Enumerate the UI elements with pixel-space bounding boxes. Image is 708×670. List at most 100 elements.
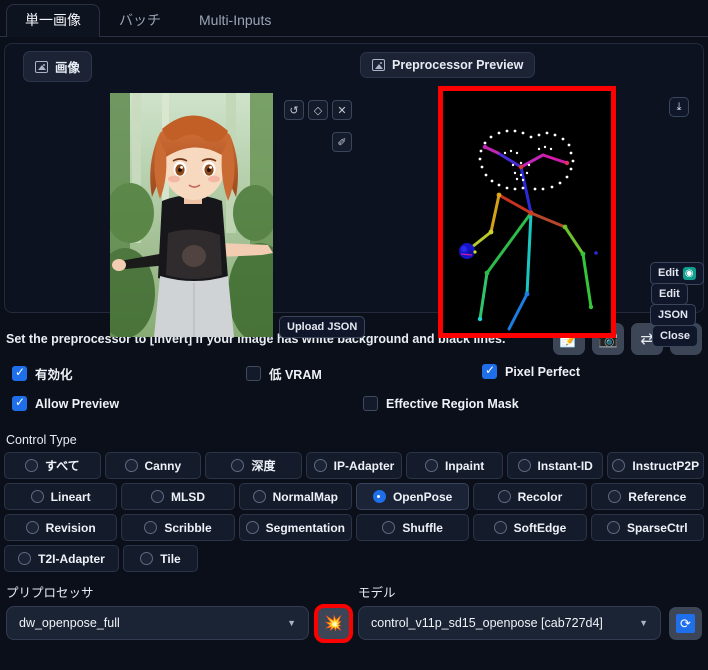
checkbox-enable-box[interactable] bbox=[12, 365, 27, 381]
control-type-sparsectrl[interactable]: SparseCtrl bbox=[590, 514, 704, 541]
checkbox-effective-region-mask[interactable]: Effective Region Mask bbox=[363, 396, 519, 411]
control-type-normalmap[interactable]: NormalMap bbox=[238, 483, 352, 510]
checkbox-effective-region-mask-label: Effective Region Mask bbox=[386, 396, 519, 411]
refresh-models-button[interactable]: ⟳ bbox=[669, 606, 702, 640]
checkbox-allow-preview-label: Allow Preview bbox=[35, 396, 120, 411]
eraser-icon[interactable]: ◇ bbox=[308, 100, 328, 120]
control-type-all[interactable]: すべて bbox=[4, 452, 101, 479]
control-type-label-text: Scribble bbox=[164, 520, 212, 535]
control-type-label-text: Lineart bbox=[50, 489, 91, 504]
control-type-reference[interactable]: Reference bbox=[590, 483, 704, 510]
upload-json-button[interactable]: Upload JSON bbox=[279, 316, 366, 339]
control-type-t2i-adapter[interactable]: T2I-Adapter bbox=[4, 545, 119, 572]
control-type-label-text: すべて bbox=[44, 459, 80, 473]
control-type-label-text: InstructP2P bbox=[632, 458, 700, 473]
control-type-label-text: Reference bbox=[628, 489, 687, 504]
control-type-openpose[interactable]: OpenPose bbox=[355, 483, 470, 510]
checkbox-pixel-perfect-box[interactable] bbox=[482, 363, 497, 379]
radio-dot bbox=[493, 521, 507, 534]
close-button[interactable]: Close bbox=[652, 325, 698, 348]
control-type-recolor[interactable]: Recolor bbox=[473, 483, 587, 510]
control-type-label-text: Inpaint bbox=[444, 458, 485, 473]
subtab-image[interactable]: 画像 bbox=[23, 51, 93, 82]
control-type-label-text: OpenPose bbox=[392, 489, 453, 504]
control-type-inpaint[interactable]: Inpaint bbox=[406, 452, 503, 479]
control-type-canny[interactable]: Canny bbox=[104, 452, 202, 479]
undo-icon[interactable]: ↺ bbox=[284, 100, 304, 120]
pen-icon[interactable]: ✐ bbox=[332, 132, 352, 152]
checkbox-pixel-perfect[interactable]: Pixel Perfect bbox=[482, 363, 581, 379]
checkbox-allow-preview-box[interactable] bbox=[12, 395, 27, 411]
source-image-thumbnail[interactable] bbox=[110, 93, 273, 337]
radio-dot bbox=[252, 490, 266, 503]
chevron-down-icon: ▼ bbox=[639, 618, 648, 628]
control-type-label-text: T2I-Adapter bbox=[38, 551, 105, 566]
control-type-shuffle[interactable]: Shuffle bbox=[355, 514, 470, 541]
control-type-row-2: Lineart MLSD NormalMap OpenPose Recolor … bbox=[4, 483, 704, 510]
radio-dot bbox=[30, 490, 44, 503]
edit-button[interactable]: Edit bbox=[651, 283, 688, 306]
checkbox-row-1: 有効化 低 VRAM Pixel Perfect bbox=[6, 359, 702, 392]
control-type-row-4: T2I-Adapter Tile bbox=[4, 545, 704, 572]
control-type-label-text: SoftEdge bbox=[513, 520, 567, 535]
control-type-segmentation[interactable]: Segmentation bbox=[238, 514, 352, 541]
model-label: モデル bbox=[358, 586, 396, 600]
model-column: モデル control_v11p_sd15_openpose [cab727d4… bbox=[358, 582, 702, 640]
control-type-mlsd[interactable]: MLSD bbox=[121, 483, 235, 510]
checkbox-enable[interactable]: 有効化 bbox=[12, 364, 73, 383]
radio-dot-selected bbox=[372, 490, 386, 503]
preprocessor-row: dw_openpose_full ▼ 💥 bbox=[6, 603, 353, 643]
control-type-depth[interactable]: 深度 bbox=[205, 452, 302, 479]
checkbox-row-2: Allow Preview Effective Region Mask bbox=[6, 392, 702, 425]
control-type-ip-adapter[interactable]: IP-Adapter bbox=[305, 452, 403, 479]
json-button[interactable]: JSON bbox=[650, 304, 696, 327]
control-type-scribble[interactable]: Scribble bbox=[121, 514, 235, 541]
radio-dot bbox=[612, 459, 626, 472]
control-type-instant-id[interactable]: Instant-ID bbox=[506, 452, 604, 479]
checkbox-pixel-perfect-label: Pixel Perfect bbox=[505, 364, 581, 379]
model-value: control_v11p_sd15_openpose [cab727d4] bbox=[371, 616, 603, 630]
control-type-label-text: SparseCtrl bbox=[626, 520, 688, 535]
bottom-selectors: プリプロセッサ dw_openpose_full ▼ 💥 モデル control… bbox=[6, 582, 702, 643]
edit-pose-button[interactable]: Edit ◉ bbox=[650, 262, 704, 285]
subtab-preprocessor-label: Preprocessor Preview bbox=[392, 58, 524, 72]
preprocessor-label: プリプロセッサ bbox=[6, 586, 94, 600]
tab-single-image[interactable]: 単一画像 bbox=[6, 4, 100, 37]
run-preprocessor-button[interactable]: 💥 bbox=[314, 603, 353, 643]
image-panel: 画像 Preprocessor Preview ↺ ◇ ✕ ✐ Upload J… bbox=[4, 43, 704, 348]
clear-icon[interactable]: ✕ bbox=[332, 100, 352, 120]
radio-dot bbox=[424, 459, 438, 472]
control-type-label-text: NormalMap bbox=[272, 489, 338, 504]
subtab-preprocessor-preview[interactable]: Preprocessor Preview bbox=[360, 52, 536, 78]
checkbox-low-vram-box[interactable] bbox=[246, 366, 261, 381]
radio-dot bbox=[25, 521, 39, 534]
checkbox-enable-label: 有効化 bbox=[35, 368, 73, 382]
control-type-instructp2p[interactable]: InstructP2P bbox=[607, 452, 705, 479]
radio-dot bbox=[497, 490, 511, 503]
radio-dot bbox=[313, 459, 327, 472]
download-icon[interactable]: ⤓ bbox=[669, 97, 689, 117]
tab-bar: 単一画像 バッチ Multi-Inputs bbox=[0, 0, 708, 37]
preprocessor-select[interactable]: dw_openpose_full ▼ bbox=[6, 606, 309, 640]
radio-dot bbox=[150, 490, 164, 503]
checkbox-allow-preview[interactable]: Allow Preview bbox=[12, 395, 120, 411]
model-select[interactable]: control_v11p_sd15_openpose [cab727d4] ▼ bbox=[358, 606, 661, 640]
checkbox-effective-region-mask-box[interactable] bbox=[363, 396, 378, 411]
control-type-label: Control Type bbox=[6, 433, 77, 447]
preprocessor-preview-image[interactable] bbox=[438, 86, 616, 338]
radio-dot bbox=[517, 459, 531, 472]
control-type-lineart[interactable]: Lineart bbox=[4, 483, 118, 510]
checkbox-low-vram[interactable]: 低 VRAM bbox=[246, 364, 322, 383]
radio-dot bbox=[245, 521, 259, 534]
control-type-label-text: Shuffle bbox=[402, 520, 443, 535]
control-type-revision[interactable]: Revision bbox=[4, 514, 118, 541]
control-type-label-text: IP-Adapter bbox=[333, 458, 395, 473]
radio-dot bbox=[606, 521, 620, 534]
control-type-tile[interactable]: Tile bbox=[123, 545, 198, 572]
control-type-softedge[interactable]: SoftEdge bbox=[473, 514, 587, 541]
tab-batch[interactable]: バッチ bbox=[100, 4, 180, 36]
tab-multi-inputs[interactable]: Multi-Inputs bbox=[180, 4, 290, 36]
pose-editor-icon: ◉ bbox=[682, 267, 696, 280]
control-type-label-text: Tile bbox=[160, 551, 181, 566]
control-type-label-text: MLSD bbox=[170, 489, 205, 504]
